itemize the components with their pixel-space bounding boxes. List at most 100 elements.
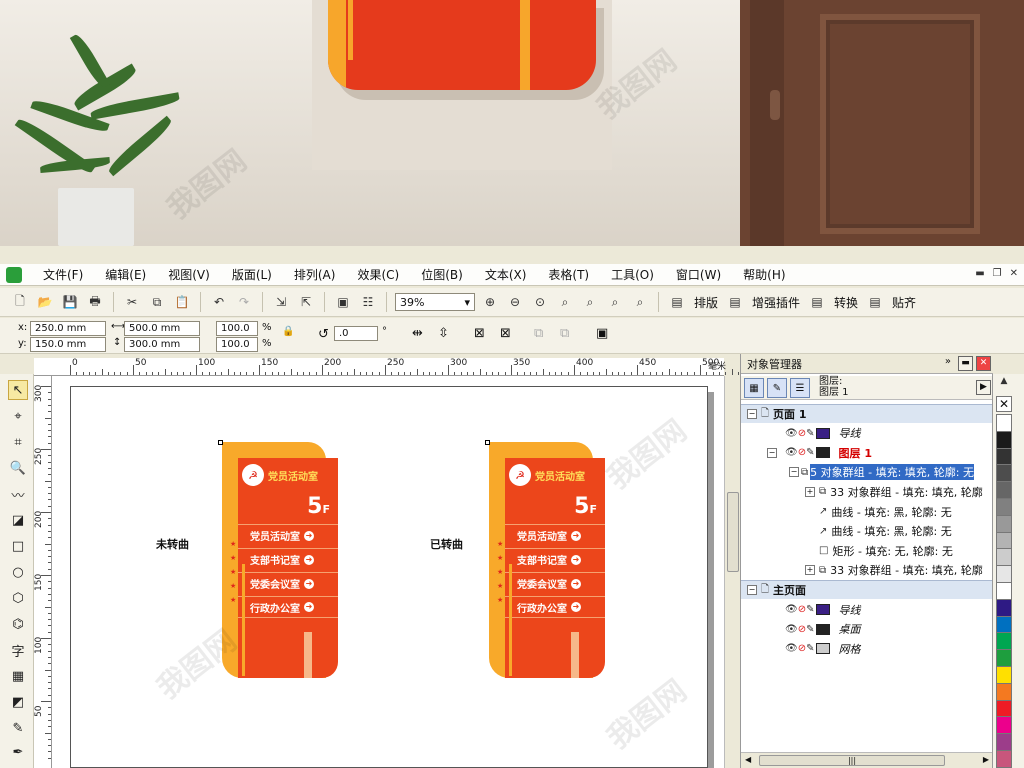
print-disabled-icon[interactable]: ⊘ <box>798 604 806 615</box>
tree-item-row[interactable]: 👁 ⊘ ✎ 网格 <box>741 639 993 658</box>
tree-item-row[interactable]: 👁 ⊘ ✎ 桌面 <box>741 620 993 639</box>
layer-color-swatch[interactable] <box>816 623 831 635</box>
interactive-blend-icon[interactable]: ◩ <box>8 692 28 712</box>
scale-y-field[interactable]: 100.0 <box>216 337 258 352</box>
ellipse-tool-icon[interactable]: ○ <box>8 562 28 582</box>
shape-tool-icon[interactable]: ⌖ <box>8 406 28 426</box>
lock-icon[interactable]: ✎ <box>806 643 814 654</box>
color-swatch[interactable] <box>996 666 1012 684</box>
lock-icon[interactable]: ✎ <box>806 604 814 615</box>
collapse-icon[interactable]: − <box>747 585 757 596</box>
canvas-vertical-scrollbar[interactable] <box>724 376 740 768</box>
freehand-tool-icon[interactable]: 〰 <box>8 484 28 504</box>
collapse-icon[interactable]: − <box>767 447 777 458</box>
docker-horizontal-scrollbar[interactable]: ◀ ||| ▶ <box>741 752 993 768</box>
menu-table[interactable]: 表格(T) <box>537 266 600 283</box>
tree-page-row[interactable]: − 🗋 主页面 <box>741 580 993 600</box>
menu-arrange[interactable]: 排列(A) <box>283 266 347 283</box>
selection-handle[interactable] <box>485 440 490 445</box>
layer-manager-view-icon[interactable]: ☰ <box>790 378 810 398</box>
tree-item-row[interactable]: ↗ 曲线 - 填充: 黑, 轮廓: 无 <box>741 502 993 521</box>
color-swatch[interactable] <box>996 632 1012 651</box>
eye-icon[interactable]: 👁 <box>785 447 798 458</box>
menu-bitmaps[interactable]: 位图(B) <box>410 266 474 283</box>
zoom-page-icon[interactable]: ⌕ <box>580 292 600 312</box>
color-swatch[interactable] <box>996 598 1012 617</box>
rectangle-tool-icon[interactable]: □ <box>8 536 28 556</box>
tree-item-row[interactable]: + ⧉ 33 对象群组 - 填充: 填充, 轮廓 <box>741 482 993 501</box>
outline-pen-icon[interactable]: ✒ <box>8 742 28 762</box>
docker-collapse-icon[interactable]: » <box>945 356 951 371</box>
tree-page-row[interactable]: − 🗋 页面 1 <box>741 404 993 423</box>
color-swatch[interactable] <box>996 481 1012 500</box>
y-position-field[interactable]: 150.0 mm <box>30 337 106 352</box>
close-icon[interactable]: ✕ <box>1010 268 1018 279</box>
menu-tools[interactable]: 工具(O) <box>600 266 665 283</box>
open-icon[interactable]: 📂 <box>35 292 55 312</box>
convert-button[interactable]: 转换 <box>832 294 860 311</box>
layer-color-swatch[interactable] <box>816 447 831 459</box>
eye-icon[interactable]: 👁 <box>785 624 798 635</box>
layer-color-swatch[interactable] <box>816 604 831 615</box>
lock-icon[interactable]: ✎ <box>806 447 814 458</box>
minimize-icon[interactable]: ▬ <box>975 268 984 279</box>
zoom-tool-icon[interactable]: 🔍 <box>8 458 28 478</box>
color-swatch[interactable] <box>996 548 1012 567</box>
print-disabled-icon[interactable]: ⊘ <box>798 624 806 635</box>
layer-color-swatch[interactable] <box>816 643 831 655</box>
ungroup-icon[interactable]: ⊠ <box>474 326 485 341</box>
plugin-button[interactable]: 增强插件 <box>750 294 802 311</box>
color-swatch[interactable] <box>996 750 1012 768</box>
scrollbar-thumb[interactable]: ||| <box>759 755 945 766</box>
eye-icon[interactable]: 👁 <box>785 604 798 615</box>
color-swatch[interactable] <box>996 733 1012 752</box>
wrap-text-icon[interactable]: ▣ <box>596 326 608 341</box>
tree-item-row[interactable]: + ⧉ 33 对象群组 - 填充: 填充, 轮廓 <box>741 561 993 580</box>
lock-icon[interactable]: ✎ <box>806 428 814 439</box>
tree-item-row[interactable]: 👁 ⊘ ✎ 导线 <box>741 600 993 619</box>
print-disabled-icon[interactable]: ⊘ <box>798 428 806 439</box>
zoom-width-icon[interactable]: ⌕ <box>605 292 625 312</box>
x-position-field[interactable]: 250.0 mm <box>30 321 106 336</box>
menu-help[interactable]: 帮助(H) <box>732 266 796 283</box>
height-field[interactable]: 300.0 mm <box>124 337 200 352</box>
lock-icon[interactable]: ✎ <box>806 624 814 635</box>
eyedropper-icon[interactable]: ✎ <box>8 718 28 738</box>
undo-icon[interactable]: ↶ <box>209 292 229 312</box>
no-color-swatch[interactable]: ✕ <box>996 396 1012 412</box>
zoom-in-icon[interactable]: ⊕ <box>480 292 500 312</box>
tree-item-row[interactable]: 👁 ⊘ ✎ 导线 <box>741 424 993 443</box>
color-swatch[interactable] <box>996 565 1012 584</box>
tree-item-row[interactable]: − ⧉ 5 对象群组 - 填充: 填充, 轮廓: 无 <box>741 463 993 482</box>
application-launcher-icon[interactable]: ▣ <box>333 292 353 312</box>
print-disabled-icon[interactable]: ⊘ <box>798 643 806 654</box>
print-disabled-icon[interactable]: ⊘ <box>798 447 806 458</box>
menu-effects[interactable]: 效果(C) <box>346 266 410 283</box>
color-swatch[interactable] <box>996 699 1012 718</box>
zoom-all-icon[interactable]: ⌕ <box>555 292 575 312</box>
vertical-ruler[interactable]: 300 250 200 150 100 50 <box>34 376 52 768</box>
expand-icon[interactable]: + <box>805 486 815 497</box>
polygon-tool-icon[interactable]: ⬡ <box>8 588 28 608</box>
directory-sign-unconverted[interactable]: ☭ 党员活动室 5F 党员活动室 ➜ 支部书记室 ➜ 党委会议室 ➜ 行政办公室 ➜ ★… <box>222 442 338 678</box>
show-properties-icon[interactable]: ▦ <box>744 378 764 398</box>
menu-layout[interactable]: 版面(L) <box>221 266 283 283</box>
paste-icon[interactable]: 📋 <box>172 292 192 312</box>
redo-icon[interactable]: ↷ <box>234 292 254 312</box>
mirror-horizontal-icon[interactable]: ⇹ <box>412 326 423 341</box>
layer-color-swatch[interactable] <box>816 427 831 439</box>
directory-sign-converted[interactable]: ☭ 党员活动室 5F 党员活动室 ➜ 支部书记室 ➜ 党委会议室 ➜ 行政办公室 ➜ ★… <box>489 442 605 678</box>
color-swatch[interactable] <box>996 464 1012 483</box>
table-tool-icon[interactable]: ▦ <box>8 666 28 686</box>
zoom-level-select[interactable]: 39% ▾ <box>395 293 475 311</box>
color-swatch[interactable] <box>996 514 1012 533</box>
horizontal-ruler[interactable]: 毫米 0 50 100 150 200 250 300 350 400 450 500 <box>34 358 758 376</box>
menu-edit[interactable]: 编辑(E) <box>94 266 157 283</box>
ungroup-all-icon[interactable]: ⊠ <box>500 326 511 341</box>
menu-window[interactable]: 窗口(W) <box>665 266 732 283</box>
color-swatch[interactable] <box>996 498 1012 516</box>
welcome-screen-icon[interactable]: ☷ <box>358 292 378 312</box>
lock-ratio-icon[interactable]: 🔒 <box>282 326 294 337</box>
drawing-page[interactable] <box>70 386 708 768</box>
scrollbar-thumb[interactable] <box>727 492 739 572</box>
